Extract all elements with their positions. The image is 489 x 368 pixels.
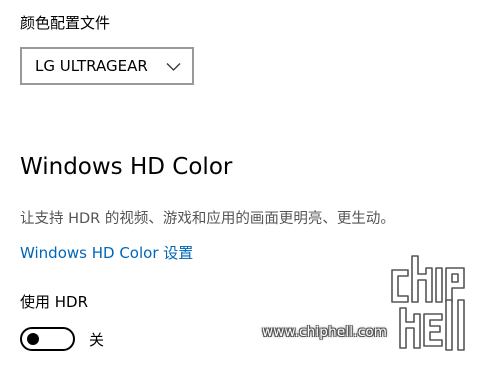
color-profile-dropdown[interactable]: LG ULTRAGEAR [20, 47, 194, 85]
windows-hd-color-heading: Windows HD Color [20, 154, 233, 180]
chevron-down-icon [166, 63, 181, 71]
hd-color-settings-page: 颜色配置文件 LG ULTRAGEAR Windows HD Color 让支持… [0, 0, 489, 368]
use-hdr-toggle-state: 关 [89, 331, 105, 349]
use-hdr-toggle[interactable] [20, 327, 75, 351]
windows-hd-color-settings-link[interactable]: Windows HD Color 设置 [20, 241, 193, 265]
color-profile-selected-value: LG ULTRAGEAR [35, 57, 148, 75]
use-hdr-label: 使用 HDR [20, 293, 89, 311]
chiphell-logo-watermark [391, 255, 465, 351]
hdr-description: 让支持 HDR 的视频、游戏和应用的画面更明亮、更生动。 [20, 211, 395, 227]
watermark-url: www.chiphell.com [262, 324, 388, 340]
toggle-knob [27, 333, 39, 345]
color-profile-label: 颜色配置文件 [20, 14, 111, 32]
